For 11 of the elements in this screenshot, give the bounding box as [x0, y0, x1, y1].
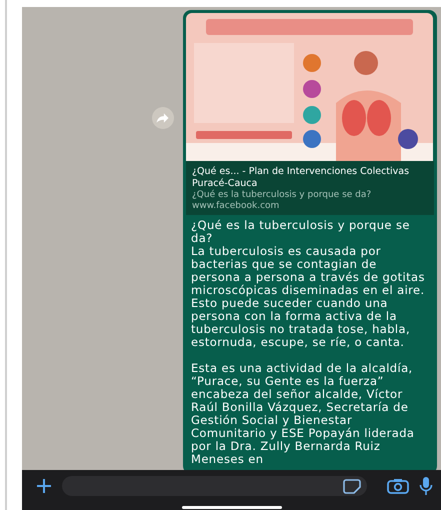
- camera-icon[interactable]: [387, 478, 409, 494]
- link-title: ¿Qué es... - Plan de Intervenciones Colectivas Puracé-Cauca: [192, 166, 410, 190]
- message-input-field[interactable]: [62, 476, 367, 496]
- plus-icon[interactable]: [36, 478, 52, 494]
- link-description: ¿Qué es la tuberculosis y porque se da?: [192, 190, 372, 201]
- microphone-icon[interactable]: [419, 476, 433, 496]
- link-preview[interactable]: ¿Qué es... - Plan de Intervenciones Colectivas Puracé-Cauca ¿Qué es la tuberculosis y porque se da? www.facebook.com: [186, 161, 434, 215]
- link-domain: www.facebook.com: [192, 201, 280, 212]
- sticker-icon[interactable]: [343, 478, 361, 494]
- message-text: Esta es una actividad de la alcaldía, “Purace, su Gente es la fuerza” encabeza del señor alcalde, Víctor Raúl Bonilla Vázquez, Secretaría de Gestión Social y Bienestar Comunitario y ESE Popayán liderada por la Dra. Zully Bernarda Ruiz Meneses en: [190, 360, 416, 468]
- message-text: ¿Qué es la tuberculosis y porque se da? La tuberculosis es causada por bacterias que se contagian de persona a persona a través de gotitas microscópicas diseminadas en el aire. Esto puede suceder cuando una persona con la forma activa de la tuberculosis no tratada tose, habla, estornuda, escupe, se ríe, o canta.: [190, 217, 426, 351]
